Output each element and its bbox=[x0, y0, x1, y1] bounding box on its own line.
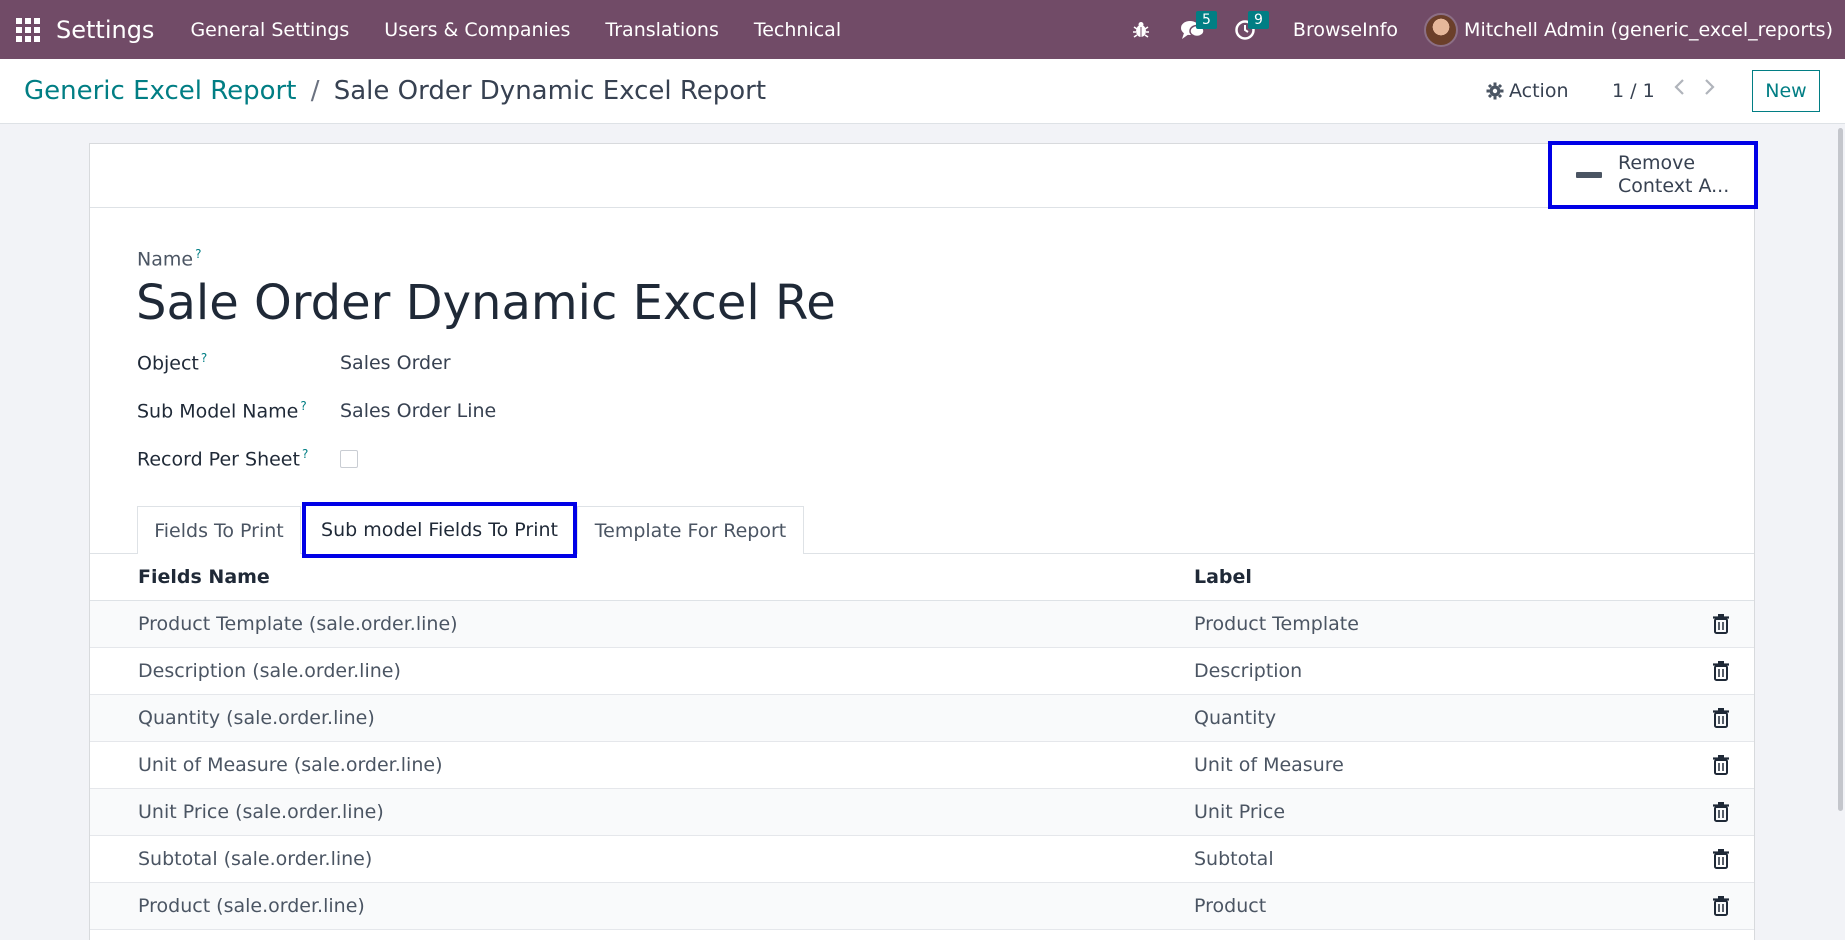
cell-label[interactable]: Quantity bbox=[1194, 707, 1276, 729]
table-row[interactable]: Description (sale.order.line) Description bbox=[90, 648, 1754, 695]
minus-icon bbox=[1576, 172, 1602, 178]
trash-icon[interactable] bbox=[1711, 754, 1731, 776]
chevron-left-icon[interactable] bbox=[1673, 77, 1685, 103]
menu-users-companies[interactable]: Users & Companies bbox=[384, 19, 570, 41]
table-row[interactable]: Quantity (sale.order.line) Quantity bbox=[90, 695, 1754, 742]
user-menu[interactable]: Mitchell Admin (generic_excel_reports) bbox=[1464, 19, 1833, 41]
breadcrumb-current: Sale Order Dynamic Excel Report bbox=[333, 76, 767, 106]
help-tooltip-icon[interactable]: ? bbox=[302, 447, 308, 461]
form-sheet: Remove Context A... Name? Sale Order Dyn… bbox=[89, 141, 1758, 940]
record-per-sheet-checkbox[interactable] bbox=[340, 450, 358, 468]
name-field-label: Name? bbox=[137, 247, 202, 271]
sub-model-label: Sub Model Name? bbox=[137, 399, 307, 423]
action-button[interactable]: Action bbox=[1486, 80, 1569, 102]
column-header-fields-name[interactable]: Fields Name bbox=[138, 566, 270, 588]
cell-label[interactable]: Subtotal bbox=[1194, 848, 1274, 870]
help-tooltip-icon[interactable]: ? bbox=[300, 399, 306, 413]
table-row[interactable]: Product (sale.order.line) Product bbox=[90, 883, 1754, 930]
tab-fields-to-print[interactable]: Fields To Print bbox=[137, 506, 301, 554]
cell-label[interactable]: Unit Price bbox=[1194, 801, 1285, 823]
gear-icon bbox=[1486, 82, 1504, 100]
apps-grid-icon[interactable] bbox=[0, 0, 56, 59]
action-label: Action bbox=[1509, 80, 1569, 102]
table-row[interactable]: Product Template (sale.order.line) Produc… bbox=[90, 601, 1754, 648]
cell-field-name[interactable]: Unit of Measure (sale.order.line) bbox=[138, 754, 442, 776]
cell-label[interactable]: Unit of Measure bbox=[1194, 754, 1344, 776]
table-row[interactable]: Subtotal (sale.order.line) Subtotal bbox=[90, 836, 1754, 883]
cell-label[interactable]: Product Template bbox=[1194, 613, 1359, 635]
table-row[interactable]: Unit Price (sale.order.line) Unit Price bbox=[90, 789, 1754, 836]
object-label: Object? bbox=[137, 351, 208, 375]
cell-field-name[interactable]: Quantity (sale.order.line) bbox=[138, 707, 375, 729]
sub-model-value[interactable]: Sales Order Line bbox=[340, 400, 496, 422]
pager-value[interactable]: 1 / 1 bbox=[1612, 80, 1655, 102]
remove-context-button[interactable]: Remove Context A... bbox=[1548, 141, 1758, 209]
trash-icon[interactable] bbox=[1711, 613, 1731, 635]
record-name-input[interactable]: Sale Order Dynamic Excel Re bbox=[136, 275, 836, 331]
trash-icon[interactable] bbox=[1711, 848, 1731, 870]
trash-icon[interactable] bbox=[1711, 895, 1731, 917]
remove-context-label: Remove Context A... bbox=[1618, 152, 1730, 197]
cell-label[interactable]: Product bbox=[1194, 895, 1266, 917]
cell-label[interactable]: Description bbox=[1194, 660, 1302, 682]
help-tooltip-icon[interactable]: ? bbox=[195, 247, 201, 261]
cell-field-name[interactable]: Product (sale.order.line) bbox=[138, 895, 365, 917]
cell-field-name[interactable]: Subtotal (sale.order.line) bbox=[138, 848, 372, 870]
record-per-sheet-label: Record Per Sheet? bbox=[137, 447, 309, 471]
menu-technical[interactable]: Technical bbox=[754, 19, 841, 41]
top-navbar: Settings General Settings Users & Compan… bbox=[0, 0, 1845, 59]
new-button[interactable]: New bbox=[1752, 70, 1820, 112]
trash-icon[interactable] bbox=[1711, 801, 1731, 823]
cell-field-name[interactable]: Product Template (sale.order.line) bbox=[138, 613, 458, 635]
clock-icon[interactable]: 9 bbox=[1225, 0, 1269, 59]
chevron-right-icon[interactable] bbox=[1704, 77, 1716, 103]
breadcrumb-parent[interactable]: Generic Excel Report bbox=[24, 76, 296, 106]
help-tooltip-icon[interactable]: ? bbox=[201, 351, 207, 365]
form-statusbar: Remove Context A... bbox=[90, 141, 1758, 209]
company-switcher[interactable]: BrowseInfo bbox=[1293, 19, 1398, 41]
tab-template-for-report[interactable]: Template For Report bbox=[577, 506, 804, 554]
chat-icon[interactable]: 5 bbox=[1173, 0, 1217, 59]
menu-general-settings[interactable]: General Settings bbox=[190, 19, 349, 41]
column-header-label[interactable]: Label bbox=[1194, 566, 1252, 588]
control-panel: Generic Excel Report / Sale Order Dynami… bbox=[0, 59, 1845, 124]
cell-field-name[interactable]: Unit Price (sale.order.line) bbox=[138, 801, 384, 823]
app-name[interactable]: Settings bbox=[56, 16, 154, 44]
avatar[interactable] bbox=[1424, 12, 1459, 47]
messages-badge: 5 bbox=[1195, 11, 1217, 29]
tab-sub-model-fields[interactable]: Sub model Fields To Print bbox=[302, 502, 577, 558]
table-row[interactable]: Unit of Measure (sale.order.line) Unit of… bbox=[90, 742, 1754, 789]
menu-translations[interactable]: Translations bbox=[605, 19, 718, 41]
trash-icon[interactable] bbox=[1711, 660, 1731, 682]
table-header: Fields Name Label bbox=[90, 554, 1754, 601]
breadcrumb-separator: / bbox=[310, 76, 320, 106]
breadcrumb: Generic Excel Report / Sale Order Dynami… bbox=[24, 76, 766, 106]
activities-badge: 9 bbox=[1247, 11, 1269, 29]
bug-icon[interactable] bbox=[1121, 0, 1161, 59]
trash-icon[interactable] bbox=[1711, 707, 1731, 729]
scrollbar-thumb[interactable] bbox=[1838, 128, 1843, 811]
object-value[interactable]: Sales Order bbox=[340, 352, 451, 374]
cell-field-name[interactable]: Description (sale.order.line) bbox=[138, 660, 401, 682]
